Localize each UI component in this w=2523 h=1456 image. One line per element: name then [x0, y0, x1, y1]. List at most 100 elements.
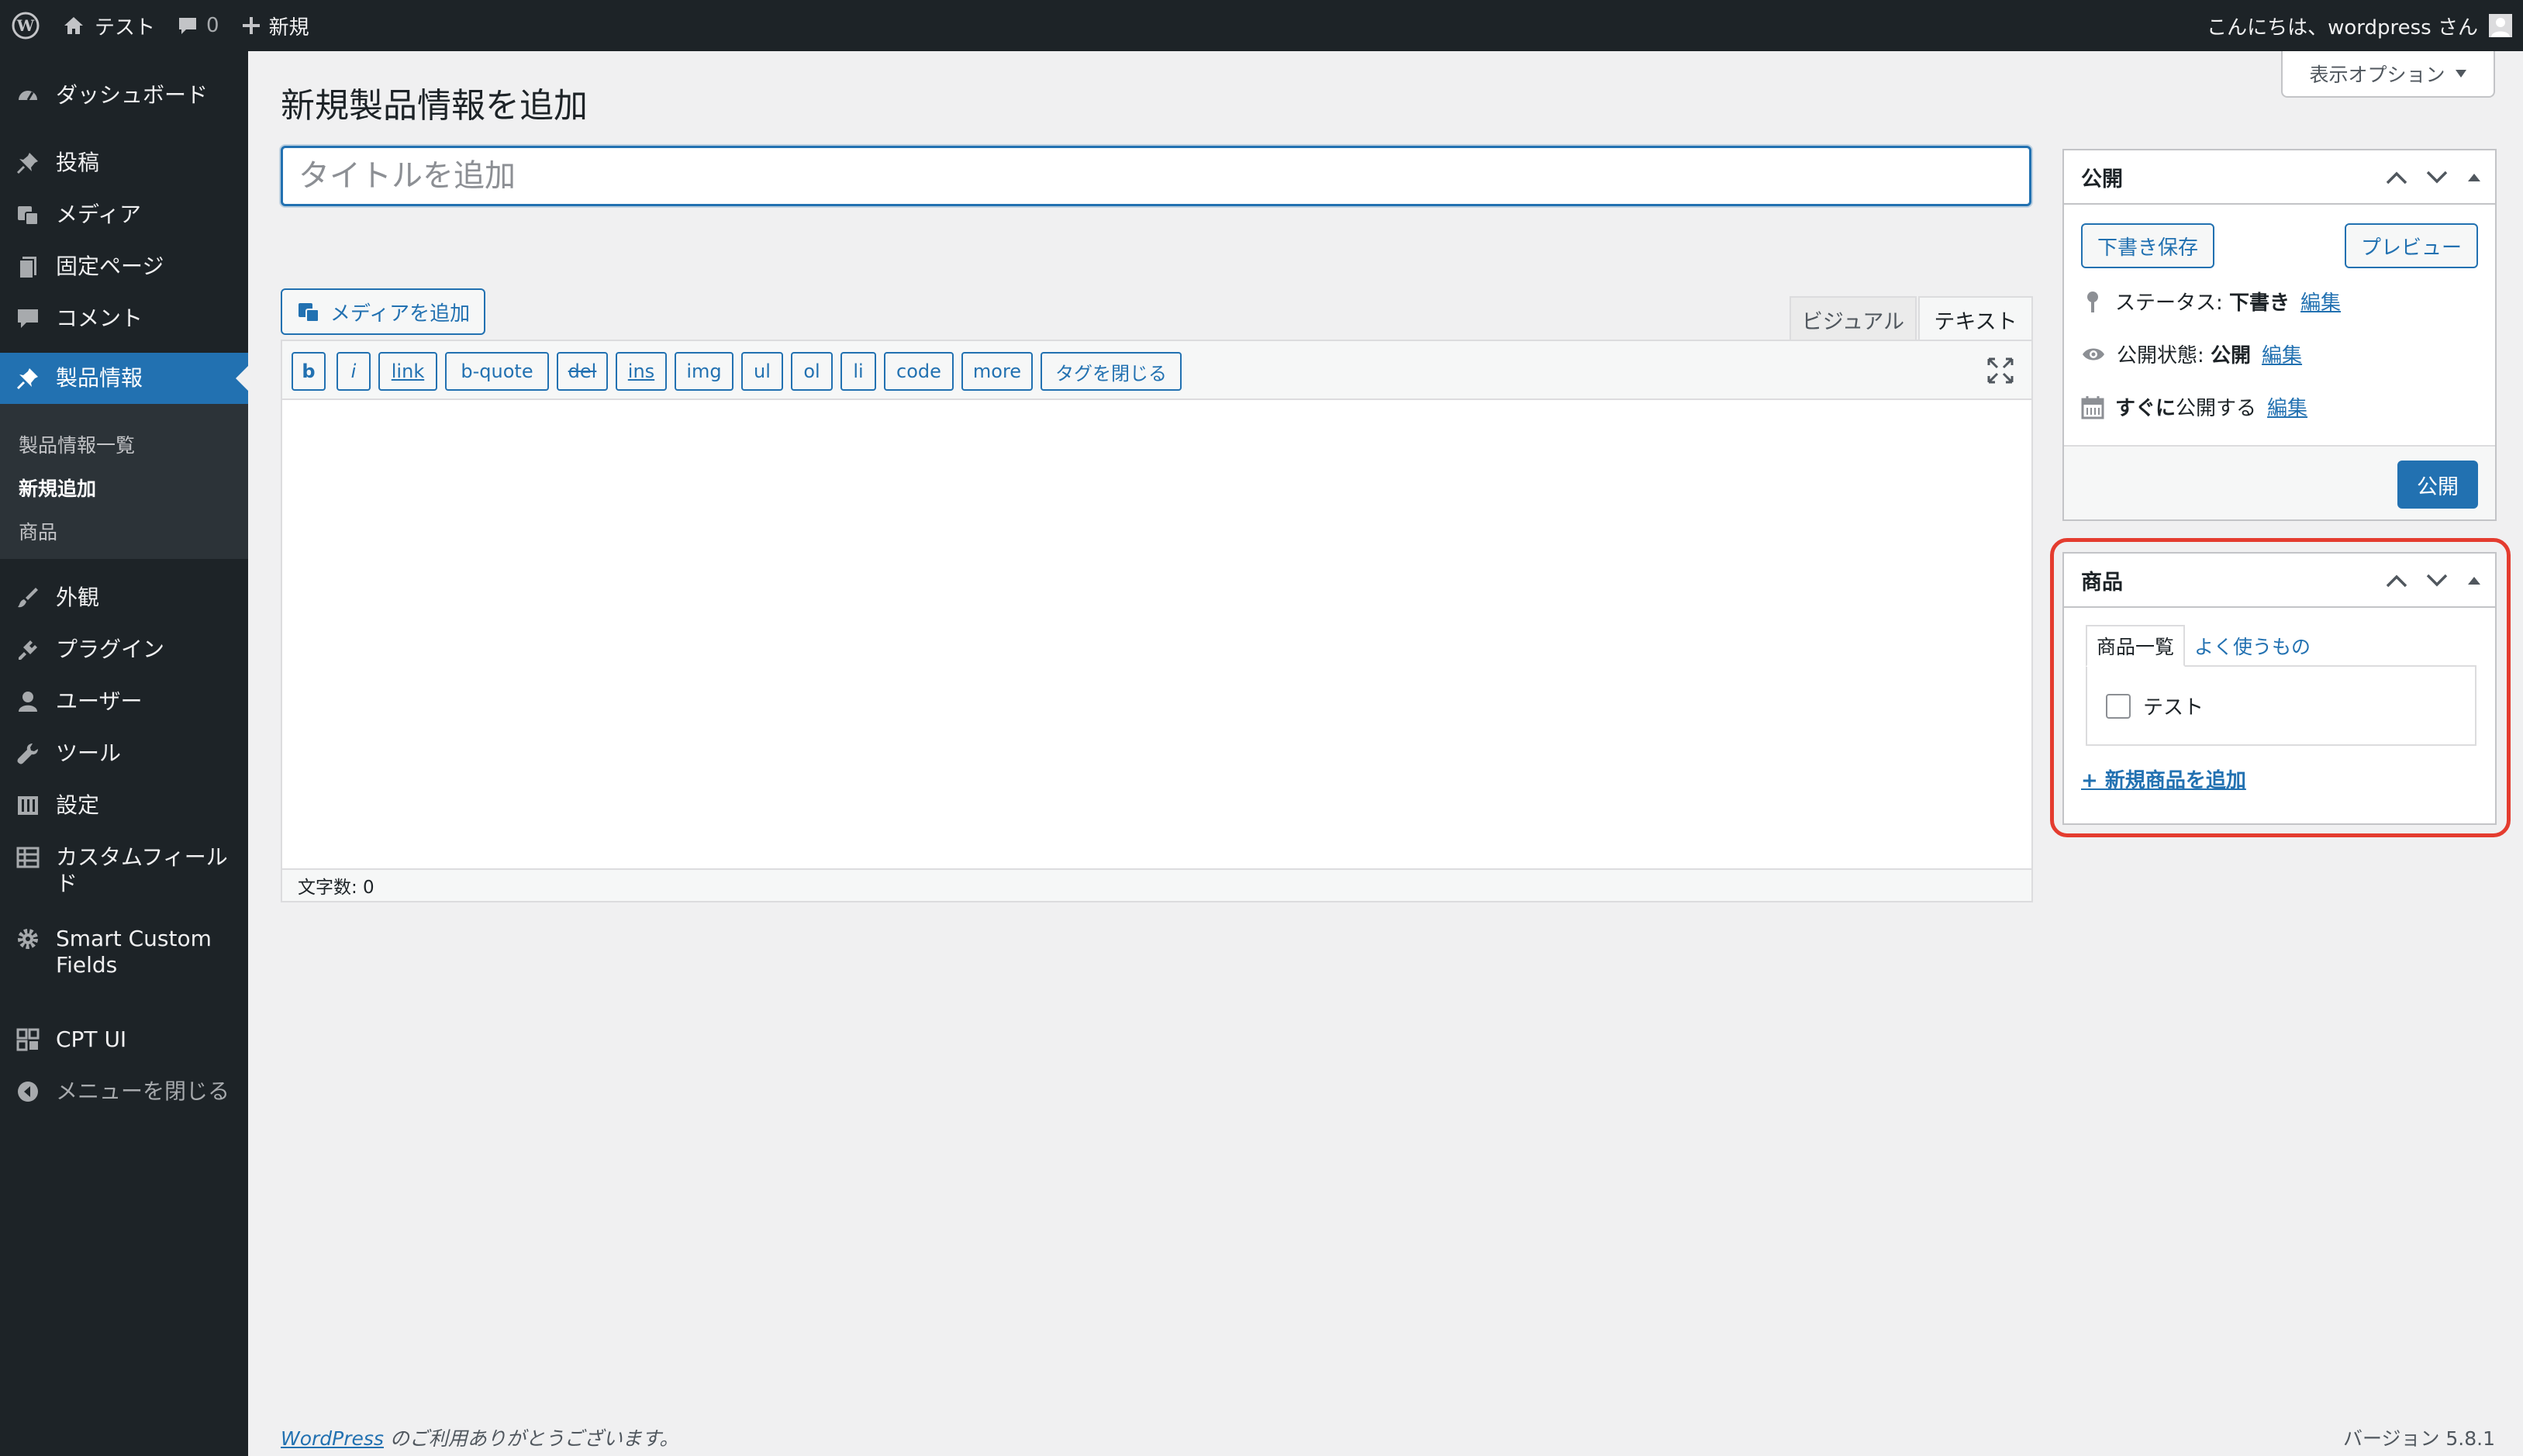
qt-ins-button[interactable]: ins	[616, 352, 667, 391]
publish-button[interactable]: 公開	[2397, 461, 2478, 509]
qt-img-button[interactable]: img	[675, 352, 733, 391]
menu-smart-custom-fields[interactable]: Smart Custom Fields	[0, 926, 248, 978]
comment-icon	[179, 18, 197, 34]
media-icon	[298, 303, 319, 323]
taxonomy-checklist: テスト	[2086, 665, 2476, 746]
qt-link-button[interactable]: link	[378, 352, 437, 391]
footer-thanks: WordPress のご利用ありがとうございます。	[281, 1427, 679, 1450]
submenu-item-add-new[interactable]: 新規追加	[19, 474, 96, 502]
qt-more-button[interactable]: more	[961, 352, 1033, 391]
edit-visibility-link[interactable]: 編集	[2262, 340, 2302, 368]
plugin-icon	[0, 637, 56, 663]
submenu-item-products[interactable]: 商品	[19, 517, 57, 545]
menu-plugins[interactable]: プラグイン	[0, 637, 248, 663]
qt-italic-button[interactable]: i	[337, 352, 371, 391]
footer-version: バージョン 5.8.1	[2342, 1427, 2495, 1450]
menu-users[interactable]: ユーザー	[0, 688, 248, 715]
qt-del-button[interactable]: del	[557, 352, 608, 391]
tab-most-used[interactable]: よく使うもの	[2185, 625, 2320, 667]
list-item[interactable]: テスト	[2106, 692, 2204, 720]
term-checkbox[interactable]	[2106, 693, 2131, 719]
add-new-product-link[interactable]: + 新規商品を追加	[2081, 764, 2246, 793]
qt-code-button[interactable]: code	[884, 352, 954, 391]
menu-cpt-ui[interactable]: CPT UI	[0, 1026, 248, 1053]
publish-actions: 公開	[2064, 445, 2495, 519]
content-textarea[interactable]	[282, 400, 2031, 868]
taxonomy-tabs: 商品一覧 よく使うもの	[2086, 625, 2320, 667]
greeting: こんにちは、wordpress さん	[2207, 16, 2478, 40]
admin-bar: W テスト 0 新規 こんにちは、wordpress さん	[0, 0, 2523, 51]
publish-box: 公開 下書き保存 プレビュー ステータス: 下書き 編集 公開状態: 公開 編集…	[2062, 149, 2497, 521]
qt-bquote-button[interactable]: b-quote	[445, 352, 549, 391]
pin-icon	[0, 150, 56, 176]
pin-location-icon	[2087, 291, 2098, 312]
editor: b i link b-quote del ins img ul ol li co…	[281, 340, 2033, 902]
avatar	[2489, 14, 2512, 37]
gear-icon	[0, 926, 56, 952]
chevron-down-icon[interactable]	[2425, 170, 2449, 185]
fullscreen-icon[interactable]	[1986, 357, 2014, 385]
preview-button[interactable]: プレビュー	[2345, 223, 2478, 268]
my-account[interactable]: こんにちは、wordpress さん	[2207, 0, 2512, 51]
triangle-up-icon[interactable]	[2466, 574, 2483, 587]
site-name: テスト	[95, 16, 156, 40]
qt-ol-button[interactable]: ol	[791, 352, 833, 391]
menu-settings[interactable]: 設定	[0, 792, 248, 819]
tab-all-products[interactable]: 商品一覧	[2086, 625, 2186, 667]
menu-product-info[interactable]: 製品情報	[0, 353, 248, 404]
media-icon	[0, 202, 56, 228]
user-icon	[0, 688, 56, 715]
new-label: 新規	[268, 16, 309, 40]
collapse-menu-button[interactable]: メニューを閉じる	[0, 1078, 248, 1105]
current-menu-arrow	[236, 366, 248, 391]
plus-icon	[242, 17, 260, 34]
menu-pages[interactable]: 固定ページ	[0, 254, 248, 280]
home-icon	[64, 17, 83, 34]
menu-comments[interactable]: コメント	[0, 305, 248, 332]
tab-text[interactable]: テキスト	[1918, 296, 2033, 341]
comments-link[interactable]: 0	[166, 0, 230, 51]
menu-posts[interactable]: 投稿	[0, 150, 248, 176]
quicktags-toolbar: b i link b-quote del ins img ul ol li co…	[282, 341, 2031, 400]
table-icon	[0, 844, 56, 871]
menu-dashboard[interactable]: ダッシュボード	[0, 82, 248, 109]
qt-li-button[interactable]: li	[840, 352, 876, 391]
wordpress-link[interactable]: WordPress	[281, 1427, 384, 1450]
settings-icon	[0, 792, 56, 819]
triangle-up-icon[interactable]	[2466, 171, 2483, 184]
submenu-item-list[interactable]: 製品情報一覧	[19, 430, 135, 458]
visibility-row: 公開状態: 公開 編集	[2081, 340, 2302, 368]
menu-custom-fields[interactable]: カスタムフィールド	[0, 844, 248, 897]
menu-appearance[interactable]: 外観	[0, 585, 248, 611]
post-title-input[interactable]	[281, 146, 2031, 206]
schedule-row: すぐに公開する 編集	[2081, 392, 2307, 421]
comments-count: 0	[206, 14, 219, 37]
site-name-link[interactable]: テスト	[51, 0, 166, 51]
save-draft-button[interactable]: 下書き保存	[2081, 223, 2214, 268]
chevron-up-icon[interactable]	[2385, 573, 2408, 588]
chevron-down-icon[interactable]	[2425, 573, 2449, 588]
dashboard-icon	[0, 82, 56, 109]
qt-bold-button[interactable]: b	[292, 352, 326, 391]
menu-tools[interactable]: ツール	[0, 740, 248, 767]
publish-box-header: 公開	[2064, 150, 2495, 205]
tab-visual[interactable]: ビジュアル	[1790, 296, 1917, 341]
wordpress-logo-icon[interactable]: W	[0, 0, 51, 51]
page-icon	[0, 254, 56, 280]
pin-icon	[0, 365, 56, 392]
brush-icon	[0, 585, 56, 611]
page-title: 新規製品情報を追加	[281, 86, 588, 126]
word-count: 文字数: 0	[282, 868, 2031, 901]
collapse-icon	[0, 1078, 56, 1105]
chevron-up-icon[interactable]	[2385, 170, 2408, 185]
edit-status-link[interactable]: 編集	[2300, 287, 2341, 316]
comment-icon	[0, 305, 56, 332]
qt-ul-button[interactable]: ul	[741, 352, 783, 391]
new-content-link[interactable]: 新規	[230, 0, 320, 51]
edit-schedule-link[interactable]: 編集	[2267, 392, 2307, 421]
qt-close-tags-button[interactable]: タグを閉じる	[1041, 352, 1182, 391]
add-media-button[interactable]: メディアを追加	[281, 288, 485, 335]
menu-media[interactable]: メディア	[0, 202, 248, 228]
status-row: ステータス: 下書き 編集	[2081, 287, 2341, 316]
screen-options-button[interactable]: 表示オプション	[2281, 51, 2495, 98]
